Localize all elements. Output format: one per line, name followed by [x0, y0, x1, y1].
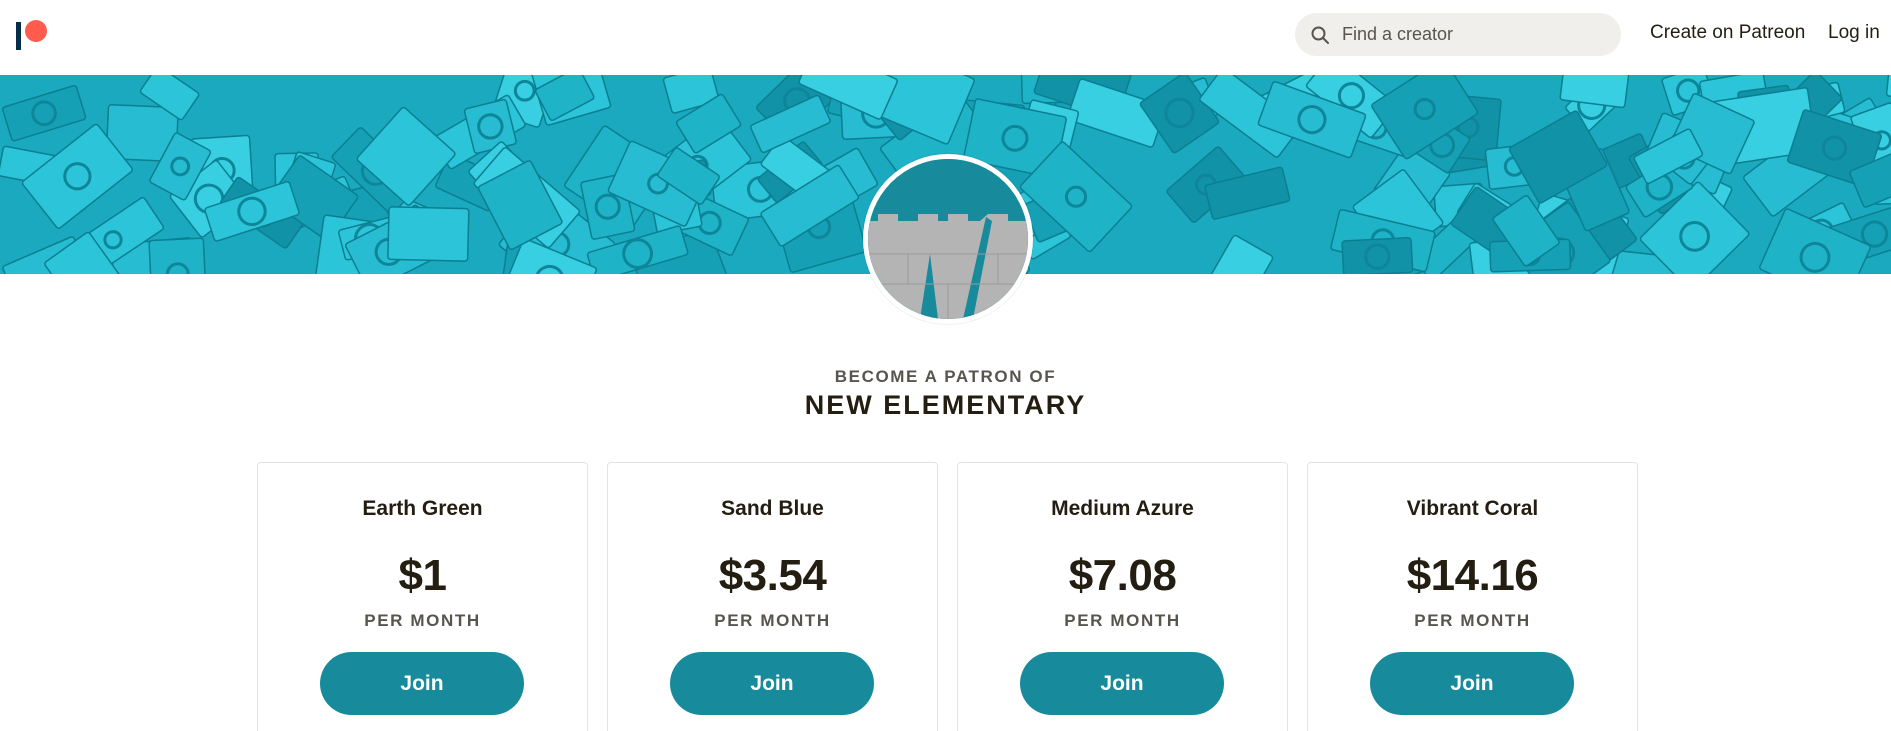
- tier-price: $7.08: [1068, 551, 1177, 600]
- tier-card: Vibrant Coral $14.16 PER MONTH Join: [1307, 462, 1638, 731]
- logo-dot: [25, 20, 47, 42]
- tier-card: Medium Azure $7.08 PER MONTH Join: [957, 462, 1288, 731]
- new-elementary-logo: [868, 159, 1028, 319]
- tier-card: Earth Green $1 PER MONTH Join: [257, 462, 588, 731]
- become-patron-subtitle: BECOME A PATRON OF: [834, 367, 1057, 386]
- search-icon: [1311, 26, 1329, 44]
- log-in-link[interactable]: Log in: [1828, 22, 1880, 44]
- tier-period: PER MONTH: [714, 611, 831, 630]
- logo-bar: [16, 22, 21, 50]
- tier-period: PER MONTH: [364, 611, 481, 630]
- tier-name: Vibrant Coral: [1406, 497, 1539, 520]
- tier-price: $3.54: [718, 551, 827, 600]
- tier-period: PER MONTH: [1064, 611, 1181, 630]
- tier-price: $1: [398, 551, 447, 600]
- tier-name: Medium Azure: [1051, 497, 1194, 520]
- join-button[interactable]: Join: [1020, 652, 1224, 715]
- search-input[interactable]: [1342, 24, 1612, 45]
- creator-avatar: [863, 154, 1033, 324]
- join-button[interactable]: Join: [670, 652, 874, 715]
- join-button[interactable]: Join: [1370, 652, 1574, 715]
- create-on-patreon-link[interactable]: Create on Patreon: [1650, 22, 1805, 44]
- search-box[interactable]: [1295, 13, 1621, 56]
- join-button[interactable]: Join: [320, 652, 524, 715]
- tier-card: Sand Blue $3.54 PER MONTH Join: [607, 462, 938, 731]
- top-nav-bar: Create on Patreon Log in: [0, 0, 1891, 75]
- patreon-logo[interactable]: [16, 20, 48, 50]
- creator-name-title: NEW ELEMENTARY: [804, 390, 1087, 420]
- tier-price: $14.16: [1406, 551, 1539, 600]
- tier-name: Sand Blue: [721, 497, 824, 520]
- tier-name: Earth Green: [362, 497, 483, 520]
- tier-period: PER MONTH: [1414, 611, 1531, 630]
